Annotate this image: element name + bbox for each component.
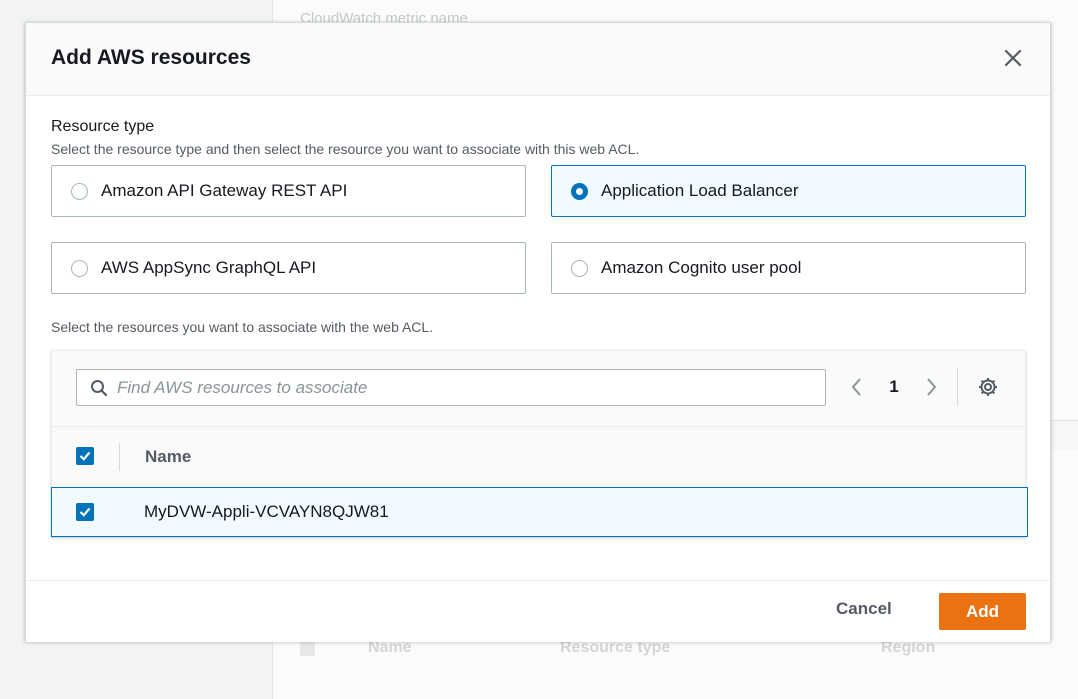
tile-application-load-balancer[interactable]: Application Load Balancer [551, 165, 1026, 217]
tile-application-load-balancer-label: Application Load Balancer [601, 181, 799, 200]
gear-icon [979, 378, 997, 396]
radio-appsync[interactable] [71, 260, 88, 277]
pagination-next[interactable] [922, 376, 940, 398]
row-checkbox[interactable] [76, 503, 94, 521]
modal-header: Add AWS resources [26, 23, 1050, 96]
checkmark-icon [79, 507, 91, 517]
add-button[interactable]: Add [939, 593, 1026, 630]
pagination-divider [957, 369, 958, 406]
resources-description: Select the resources you want to associa… [51, 319, 434, 335]
tile-api-gateway[interactable]: Amazon API Gateway REST API [51, 165, 526, 217]
radio-api-gateway[interactable] [71, 183, 88, 200]
chevron-left-icon [851, 378, 861, 396]
select-all-checkbox[interactable] [76, 447, 94, 465]
pagination-previous[interactable] [848, 376, 866, 398]
search-input[interactable] [117, 370, 817, 405]
radio-cognito[interactable] [571, 260, 588, 277]
cancel-button[interactable]: Cancel [836, 599, 892, 619]
tile-appsync[interactable]: AWS AppSync GraphQL API [51, 242, 526, 294]
checkmark-icon [79, 451, 91, 461]
radio-application-load-balancer[interactable] [571, 183, 588, 200]
close-button[interactable] [1002, 47, 1024, 69]
close-icon [1004, 49, 1022, 67]
tile-cognito-label: Amazon Cognito user pool [601, 258, 802, 277]
pagination-page-1[interactable]: 1 [882, 377, 906, 397]
search-icon [91, 380, 108, 397]
tile-api-gateway-label: Amazon API Gateway REST API [101, 181, 348, 200]
modal-footer: Cancel Add [26, 580, 1050, 642]
background-side-box [1051, 420, 1078, 450]
resource-type-label: Resource type [51, 118, 155, 135]
tile-appsync-label: AWS AppSync GraphQL API [101, 258, 317, 277]
tile-cognito[interactable]: Amazon Cognito user pool [551, 242, 1026, 294]
resources-table: 1 Name [51, 350, 1028, 537]
column-divider [119, 443, 120, 471]
row-resource-name: MyDVW-Appli-VCVAYN8QJW81 [144, 502, 389, 521]
table-header: Name [52, 426, 1025, 486]
resource-type-description: Select the resource type and then select… [51, 141, 640, 157]
search-box [76, 369, 826, 406]
table-settings-button[interactable] [977, 376, 999, 398]
table-row[interactable]: MyDVW-Appli-VCVAYN8QJW81 [51, 487, 1028, 537]
modal-title: Add AWS resources [51, 46, 251, 69]
add-resources-modal: Add AWS resources Resource type Select t… [25, 22, 1051, 642]
chevron-right-icon [927, 378, 937, 396]
column-header-name[interactable]: Name [145, 447, 191, 467]
